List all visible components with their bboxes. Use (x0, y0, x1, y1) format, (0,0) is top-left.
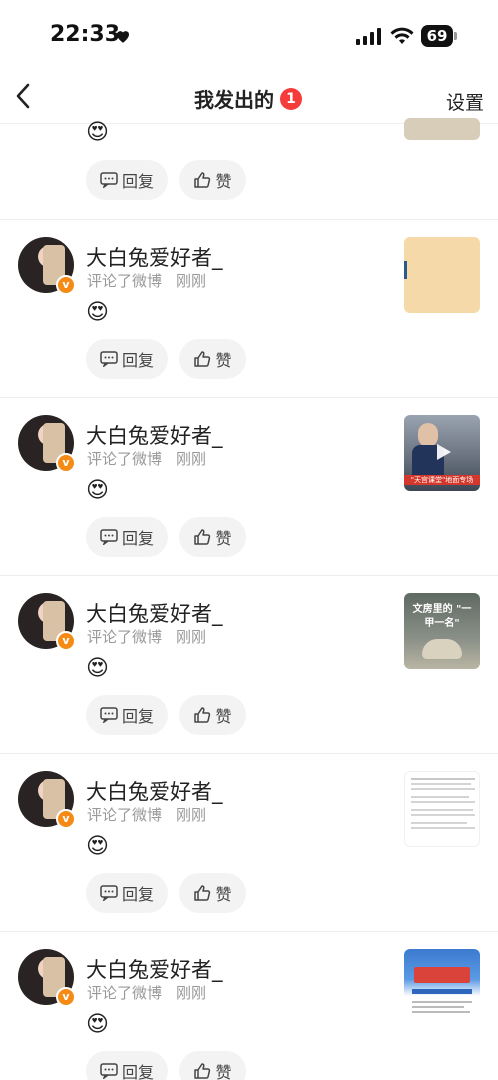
username[interactable]: 大白兔爱好者_ (86, 954, 223, 984)
verified-icon: v (56, 987, 76, 1007)
heart-eyes-emoji: 😍 (86, 656, 109, 681)
video-caption: "天宫课堂"地面专场 (404, 475, 480, 485)
heart-eyes-emoji: 😍 (86, 120, 109, 145)
list-item-partial: 😍 回复 赞 (0, 0, 498, 220)
reply-label: 回复 (121, 172, 154, 191)
like-button[interactable]: 赞 (179, 695, 246, 735)
avatar[interactable]: v (18, 593, 76, 651)
heart-eyes-emoji: 😍 (86, 1012, 109, 1037)
reply-button[interactable]: 回复 (86, 695, 168, 735)
username[interactable]: 大白兔爱好者_ (86, 420, 223, 450)
reply-button[interactable]: 回复 (86, 873, 168, 913)
like-button[interactable]: 赞 (179, 873, 246, 913)
verified-icon: v (56, 631, 76, 651)
like-label: 赞 (215, 351, 232, 370)
list-item: v 大白兔爱好者_ 评论了微博 刚刚 😍 回复 赞 (0, 220, 498, 398)
heart-eyes-emoji: 😍 (86, 478, 109, 503)
reply-button[interactable]: 回复 (86, 339, 168, 379)
reply-label: 回复 (121, 529, 154, 548)
thumbs-up-icon (194, 1063, 211, 1079)
reply-button[interactable]: 回复 (86, 1051, 168, 1080)
like-label: 赞 (215, 707, 232, 726)
reply-label: 回复 (121, 351, 154, 370)
username[interactable]: 大白兔爱好者_ (86, 776, 223, 806)
comment-icon (100, 1063, 118, 1079)
document-thumbnail[interactable] (404, 771, 480, 847)
poster-caption: 文房里的 "一甲一名" (412, 604, 472, 629)
avatar[interactable]: v (18, 771, 76, 829)
avatar[interactable]: v (18, 415, 76, 473)
username[interactable]: 大白兔爱好者_ (86, 242, 223, 272)
play-icon (437, 444, 451, 460)
like-button[interactable]: 赞 (179, 339, 246, 379)
video-thumbnail[interactable]: "天宫课堂"地面专场 (404, 415, 480, 491)
comment-icon (100, 529, 118, 545)
reply-label: 回复 (121, 885, 154, 904)
list-item: v 大白兔爱好者_ 评论了微博 刚刚 😍 回复 赞 (0, 932, 498, 1080)
post-thumbnail[interactable] (404, 237, 480, 313)
thumbs-up-icon (194, 172, 211, 188)
heart-eyes-emoji: 😍 (86, 834, 109, 859)
reply-label: 回复 (121, 707, 154, 726)
like-label: 赞 (215, 172, 232, 191)
reply-button[interactable]: 回复 (86, 160, 168, 200)
verified-icon: v (56, 275, 76, 295)
list-item: v 大白兔爱好者_ 评论了微博 刚刚 😍 回复 赞 文房里的 "一甲一名" (0, 576, 498, 754)
like-button[interactable]: 赞 (179, 1051, 246, 1080)
post-thumbnail[interactable]: 文房里的 "一甲一名" (404, 593, 480, 669)
thumbs-up-icon (194, 351, 211, 367)
like-label: 赞 (215, 885, 232, 904)
comment-icon (100, 885, 118, 901)
like-label: 赞 (215, 1063, 232, 1080)
list-item: v 大白兔爱好者_ 评论了微博 刚刚 😍 回复 赞 (0, 754, 498, 932)
avatar[interactable]: v (18, 949, 76, 1007)
comment-meta: 评论了微博 刚刚 (87, 450, 207, 468)
post-thumbnail[interactable] (404, 949, 480, 1025)
username[interactable]: 大白兔爱好者_ (86, 598, 223, 628)
comment-meta: 评论了微博 刚刚 (87, 984, 207, 1002)
like-button[interactable]: 赞 (179, 517, 246, 557)
comment-meta: 评论了微博 刚刚 (87, 272, 207, 290)
post-thumbnail[interactable] (404, 118, 480, 140)
like-label: 赞 (215, 529, 232, 548)
reply-button[interactable]: 回复 (86, 517, 168, 557)
heart-eyes-emoji: 😍 (86, 300, 109, 325)
avatar[interactable]: v (18, 237, 76, 295)
verified-icon: v (56, 809, 76, 829)
like-button[interactable]: 赞 (179, 160, 246, 200)
comment-icon (100, 351, 118, 367)
reply-label: 回复 (121, 1063, 154, 1080)
verified-icon: v (56, 453, 76, 473)
comment-meta: 评论了微博 刚刚 (87, 628, 207, 646)
list-item: v 大白兔爱好者_ 评论了微博 刚刚 😍 回复 赞 "天宫课堂"地面专场 (0, 398, 498, 576)
comment-icon (100, 707, 118, 723)
thumbs-up-icon (194, 885, 211, 901)
thumbs-up-icon (194, 707, 211, 723)
comment-meta: 评论了微博 刚刚 (87, 806, 207, 824)
thumbs-up-icon (194, 529, 211, 545)
comment-icon (100, 172, 118, 188)
